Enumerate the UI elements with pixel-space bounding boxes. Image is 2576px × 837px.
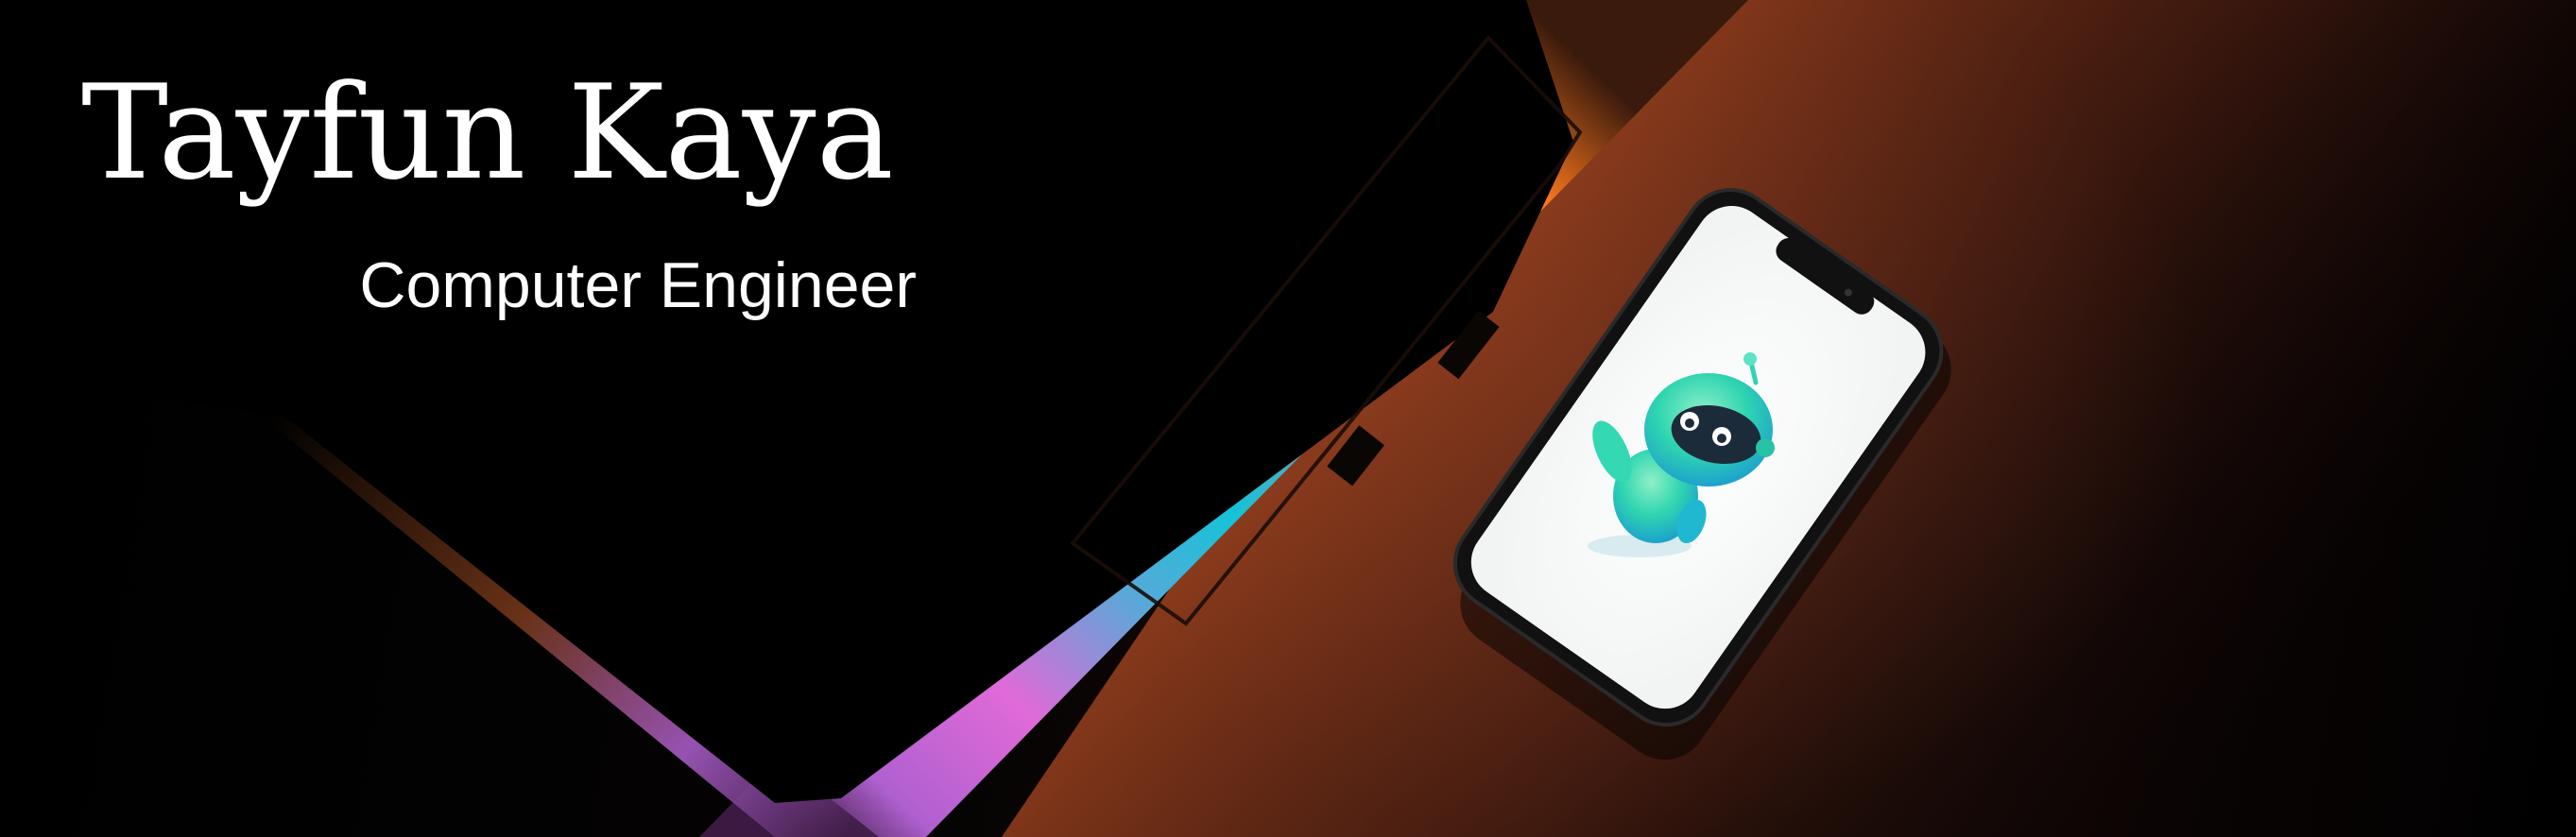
role-subtitle: Computer Engineer: [359, 249, 917, 321]
profile-banner: Tayfun Kaya Computer Engineer: [0, 0, 2576, 837]
name-title: Tayfun Kaya: [81, 57, 894, 209]
